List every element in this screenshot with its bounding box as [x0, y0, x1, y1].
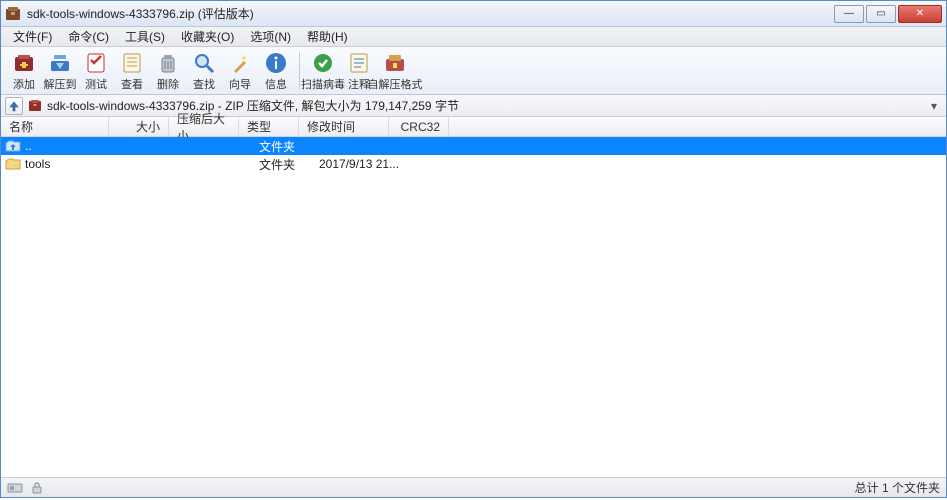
- menu-item-选项[interactable]: 选项(N): [242, 26, 299, 47]
- file-list[interactable]: .. 文件夹 tools 文件夹2017/9/13 21...: [1, 137, 946, 477]
- view-icon: [120, 51, 144, 75]
- header-name[interactable]: 名称: [1, 117, 109, 136]
- comment-icon: [347, 51, 371, 75]
- toolbar-label: 添加: [13, 76, 35, 92]
- delete-icon: [156, 51, 180, 75]
- wizard-icon: [228, 51, 252, 75]
- window-title: sdk-tools-windows-4333796.zip (评估版本): [27, 5, 832, 22]
- statusbar: 总计 1 个文件夹: [1, 477, 946, 497]
- menu-item-帮助[interactable]: 帮助(H): [299, 26, 356, 47]
- toolbar-view-button[interactable]: 查看: [115, 49, 149, 93]
- disk-icon: [7, 481, 23, 495]
- add-icon: [12, 51, 36, 75]
- menu-item-命令[interactable]: 命令(C): [60, 26, 117, 47]
- toolbar-virus-button[interactable]: 扫描病毒: [306, 49, 340, 93]
- toolbar-label: 自解压格式: [368, 76, 423, 92]
- virus-icon: [311, 51, 335, 75]
- toolbar-label: 测试: [85, 76, 107, 92]
- sfx-icon: [383, 51, 407, 75]
- close-button[interactable]: ✕: [898, 5, 942, 23]
- menu-item-工具[interactable]: 工具(S): [117, 26, 173, 47]
- minimize-button[interactable]: —: [834, 5, 864, 23]
- table-row[interactable]: tools 文件夹2017/9/13 21...: [1, 155, 946, 173]
- folder-icon: [5, 156, 21, 172]
- toolbar-label: 向导: [229, 76, 251, 92]
- header-type[interactable]: 类型: [239, 117, 299, 136]
- toolbar-find-button[interactable]: 查找: [187, 49, 221, 93]
- table-row[interactable]: .. 文件夹: [1, 137, 946, 155]
- titlebar[interactable]: sdk-tools-windows-4333796.zip (评估版本) — ▭…: [1, 1, 946, 27]
- info-icon: [264, 51, 288, 75]
- cell-type: 文件夹: [259, 138, 319, 155]
- toolbar-separator: [299, 52, 300, 90]
- toolbar-label: 删除: [157, 76, 179, 92]
- toolbar-label: 信息: [265, 76, 287, 92]
- app-window: sdk-tools-windows-4333796.zip (评估版本) — ▭…: [0, 0, 947, 498]
- pathbar: sdk-tools-windows-4333796.zip - ZIP 压缩文件…: [1, 95, 946, 117]
- column-headers: 名称 大小 压缩后大小 类型 修改时间 CRC32: [1, 117, 946, 137]
- header-modified[interactable]: 修改时间: [299, 117, 389, 136]
- status-summary: 总计 1 个文件夹: [855, 479, 940, 496]
- status-left: [7, 481, 45, 495]
- toolbar-sfx-button[interactable]: 自解压格式: [378, 49, 412, 93]
- toolbar: 添加解压到测试查看删除查找向导信息扫描病毒注释自解压格式: [1, 47, 946, 95]
- window-controls: — ▭ ✕: [832, 5, 942, 23]
- header-crc[interactable]: CRC32: [389, 117, 449, 136]
- find-icon: [192, 51, 216, 75]
- header-packed[interactable]: 压缩后大小: [169, 117, 239, 136]
- cell-name: tools: [25, 157, 129, 171]
- path-dropdown[interactable]: ▾: [926, 99, 942, 113]
- test-icon: [84, 51, 108, 75]
- menubar: 文件(F)命令(C)工具(S)收藏夹(O)选项(N)帮助(H): [1, 27, 946, 47]
- toolbar-test-button[interactable]: 测试: [79, 49, 113, 93]
- header-size[interactable]: 大小: [109, 117, 169, 136]
- app-icon: [5, 6, 21, 22]
- cell-name: ..: [25, 139, 129, 153]
- menu-item-文件[interactable]: 文件(F): [5, 26, 60, 47]
- extract-icon: [48, 51, 72, 75]
- up-button[interactable]: [5, 97, 23, 115]
- up-folder-icon: [5, 138, 21, 154]
- cell-mod: 2017/9/13 21...: [319, 157, 409, 171]
- toolbar-delete-button[interactable]: 删除: [151, 49, 185, 93]
- toolbar-label: 查看: [121, 76, 143, 92]
- toolbar-add-button[interactable]: 添加: [7, 49, 41, 93]
- toolbar-extract-button[interactable]: 解压到: [43, 49, 77, 93]
- archive-icon: [27, 98, 43, 114]
- toolbar-wizard-button[interactable]: 向导: [223, 49, 257, 93]
- toolbar-label: 扫描病毒: [301, 76, 345, 92]
- toolbar-label: 解压到: [44, 76, 77, 92]
- lock-icon: [29, 481, 45, 495]
- toolbar-label: 查找: [193, 76, 215, 92]
- cell-type: 文件夹: [259, 156, 319, 173]
- toolbar-info-button[interactable]: 信息: [259, 49, 293, 93]
- menu-item-收藏夹[interactable]: 收藏夹(O): [173, 26, 242, 47]
- maximize-button[interactable]: ▭: [866, 5, 896, 23]
